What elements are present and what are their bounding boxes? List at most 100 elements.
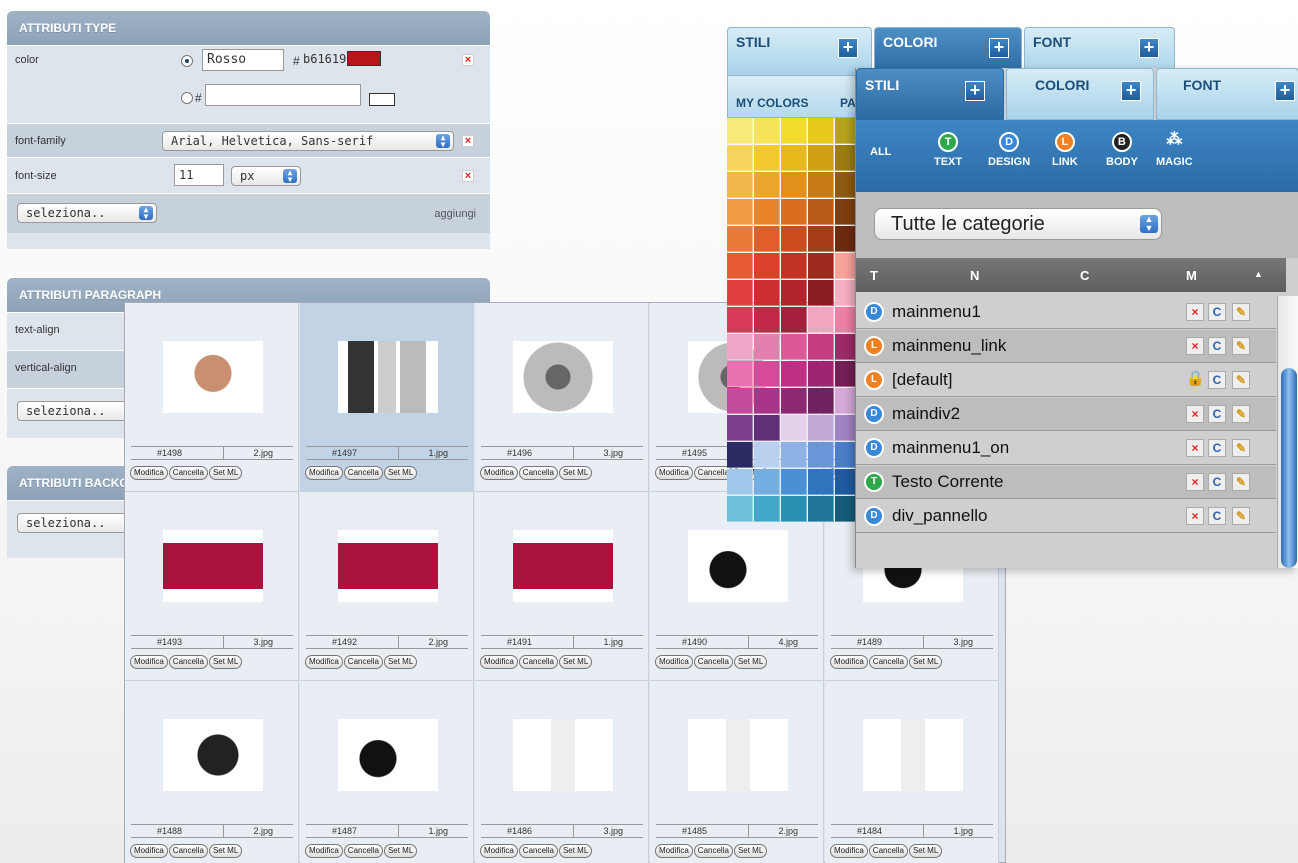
color-swatch[interactable] <box>727 280 753 306</box>
gallery-item[interactable]: #1488 2.jpg Modifica Cancella Set ML <box>125 681 299 863</box>
color-swatch[interactable] <box>727 469 753 495</box>
delete-button[interactable]: Cancella <box>168 844 208 858</box>
color-swatch[interactable] <box>835 280 857 306</box>
color-swatch[interactable] <box>727 118 753 144</box>
color-swatch[interactable] <box>808 496 834 522</box>
color-swatch[interactable] <box>754 199 780 225</box>
color-swatch[interactable] <box>808 199 834 225</box>
tab-font[interactable]: FONT + <box>1156 68 1298 120</box>
delete-style-icon[interactable]: × <box>1186 303 1204 321</box>
color-swatch[interactable] <box>808 280 834 306</box>
style-row[interactable]: Ddiv_pannello × C ✎ <box>856 500 1276 533</box>
set-ml-button[interactable]: Set ML <box>558 655 593 669</box>
color-swatch[interactable] <box>754 118 780 144</box>
color-swatch[interactable] <box>727 415 753 441</box>
color-swatch[interactable] <box>781 199 807 225</box>
gallery-item[interactable]: #1491 1.jpg Modifica Cancella Set ML <box>475 492 649 681</box>
color-swatch[interactable] <box>727 145 753 171</box>
set-ml-button[interactable]: Set ML <box>908 844 943 858</box>
color-swatch[interactable] <box>781 415 807 441</box>
style-row[interactable]: Dmainmenu1 × C ✎ <box>856 296 1276 329</box>
red-sony-camera-thumbnail[interactable] <box>513 530 613 602</box>
color-swatch[interactable] <box>754 415 780 441</box>
font-size-input[interactable]: 11 <box>174 164 224 186</box>
style-name[interactable]: mainmenu1_on <box>892 438 1009 458</box>
color-swatch[interactable] <box>727 253 753 279</box>
category-link[interactable]: L LINK <box>1052 132 1078 168</box>
color-swatch[interactable] <box>727 442 753 468</box>
style-name[interactable]: Testo Corrente <box>892 472 1004 492</box>
gallery-item[interactable]: #1493 3.jpg Modifica Cancella Set ML <box>125 492 299 681</box>
gallery-item[interactable]: #1484 1.jpg Modifica Cancella Set ML <box>825 681 999 863</box>
copy-style-icon[interactable]: C <box>1208 439 1226 457</box>
style-row[interactable]: T Testo Corrente × C ✎ <box>856 466 1276 499</box>
plus-icon[interactable]: + <box>1139 38 1159 58</box>
delete-button[interactable]: Cancella <box>518 655 558 669</box>
set-ml-button[interactable]: Set ML <box>208 655 243 669</box>
plus-icon[interactable]: + <box>989 38 1009 58</box>
style-row[interactable]: Lmainmenu_link × C ✎ <box>856 330 1276 363</box>
sort-asc-icon[interactable]: ▲ <box>1254 269 1263 279</box>
color-swatch[interactable] <box>754 307 780 333</box>
color-swatch[interactable] <box>835 118 857 144</box>
font-family-select[interactable]: Arial, Helvetica, Sans-serif ▲ ▼ <box>162 131 454 151</box>
color-swatch[interactable] <box>727 307 753 333</box>
delete-style-icon[interactable]: × <box>1186 337 1204 355</box>
edit-button[interactable]: Modifica <box>655 844 693 858</box>
edit-button[interactable]: Modifica <box>830 655 868 669</box>
style-row[interactable]: Dmaindiv2 × C ✎ <box>856 398 1276 431</box>
set-ml-button[interactable]: Set ML <box>383 466 418 480</box>
color-swatch[interactable] <box>808 442 834 468</box>
pencil-icon[interactable]: ✎ <box>1232 473 1250 491</box>
pencil-icon[interactable]: ✎ <box>1232 439 1250 457</box>
color-swatch[interactable] <box>754 361 780 387</box>
edit-button[interactable]: Modifica <box>305 844 343 858</box>
red-sony-camera-thumbnail[interactable] <box>338 530 438 602</box>
set-ml-button[interactable]: Set ML <box>383 844 418 858</box>
color-swatch[interactable] <box>808 415 834 441</box>
delete-style-icon[interactable]: × <box>1186 405 1204 423</box>
color-swatch[interactable] <box>808 172 834 198</box>
plus-icon[interactable]: + <box>1275 81 1295 101</box>
delete-button[interactable]: Cancella <box>518 844 558 858</box>
style-name[interactable]: mainmenu1 <box>892 302 981 322</box>
color-swatch[interactable] <box>754 226 780 252</box>
edit-button[interactable]: Modifica <box>130 844 168 858</box>
my-colors-tab[interactable]: MY COLORS <box>736 96 808 110</box>
camcorder-thumbnail[interactable] <box>163 719 263 791</box>
column-name[interactable]: N <box>970 268 979 283</box>
color-swatch[interactable] <box>781 388 807 414</box>
tab-stili[interactable]: STILI + <box>856 68 1004 120</box>
back-tab-stili[interactable]: STILI + <box>727 27 872 75</box>
custom-color-radio[interactable] <box>181 92 193 104</box>
color-name-input[interactable]: Rosso <box>202 49 284 71</box>
color-swatch[interactable] <box>754 469 780 495</box>
category-magic[interactable]: ⁂ MAGIC <box>1156 132 1193 169</box>
color-swatch[interactable] <box>835 388 857 414</box>
pencil-icon[interactable]: ✎ <box>1232 371 1250 389</box>
color-swatch[interactable] <box>808 334 834 360</box>
color-swatch[interactable] <box>347 51 381 66</box>
color-swatch[interactable] <box>781 361 807 387</box>
color-swatch[interactable] <box>808 361 834 387</box>
copy-style-icon[interactable]: C <box>1208 303 1226 321</box>
empty-swatch[interactable] <box>369 93 395 106</box>
style-name[interactable]: div_pannello <box>892 506 987 526</box>
color-swatch[interactable] <box>835 172 857 198</box>
set-ml-button[interactable]: Set ML <box>558 466 593 480</box>
gallery-item[interactable]: #1497 1.jpg Modifica Cancella Set ML <box>300 303 474 492</box>
delete-button[interactable]: Cancella <box>343 655 383 669</box>
set-ml-button[interactable]: Set ML <box>208 466 243 480</box>
color-swatch[interactable] <box>808 469 834 495</box>
style-name[interactable]: maindiv2 <box>892 404 960 424</box>
edit-button[interactable]: Modifica <box>305 655 343 669</box>
edit-button[interactable]: Modifica <box>480 655 518 669</box>
set-ml-button[interactable]: Set ML <box>208 844 243 858</box>
style-name[interactable]: [default] <box>892 370 953 390</box>
color-swatch[interactable] <box>835 145 857 171</box>
color-swatch[interactable] <box>835 442 857 468</box>
delete-button[interactable]: Cancella <box>168 466 208 480</box>
pencil-icon[interactable]: ✎ <box>1232 303 1250 321</box>
remove-font-family-icon[interactable]: × <box>462 135 474 147</box>
color-swatch[interactable] <box>727 334 753 360</box>
